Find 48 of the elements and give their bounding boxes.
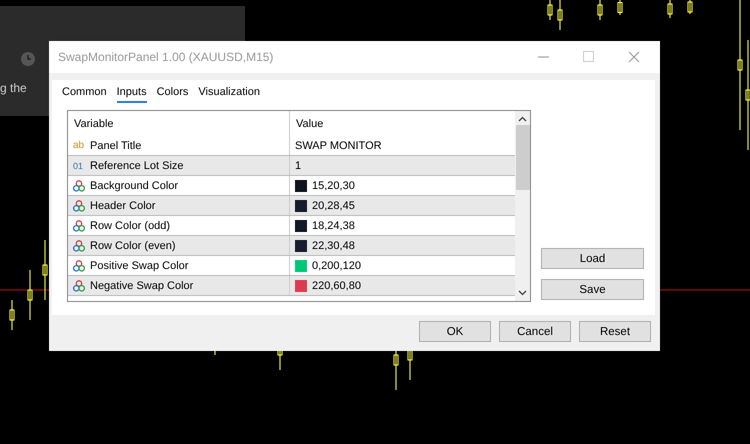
scroll-down-icon[interactable] bbox=[518, 290, 527, 296]
value-text[interactable]: 1 bbox=[295, 160, 302, 172]
color-swatch[interactable] bbox=[295, 240, 307, 252]
scroll-up-icon[interactable] bbox=[518, 116, 527, 122]
side-button[interactable]: Load bbox=[541, 248, 644, 269]
color-type-icon bbox=[73, 240, 85, 252]
color-type-icon bbox=[73, 180, 85, 192]
variable-name: Positive Swap Color bbox=[90, 260, 188, 272]
dialog-button[interactable]: Reset bbox=[579, 321, 651, 342]
tab[interactable]: Common bbox=[62, 86, 107, 103]
column-header: Value bbox=[295, 118, 324, 130]
color-type-icon bbox=[73, 220, 85, 232]
value-text[interactable]: 220,60,80 bbox=[312, 280, 361, 292]
side-button[interactable]: Save bbox=[541, 279, 644, 300]
color-type-icon bbox=[73, 280, 85, 292]
clock-icon bbox=[20, 51, 36, 67]
integer-type-icon: 01 bbox=[73, 160, 85, 170]
value-text[interactable]: 20,28,45 bbox=[312, 200, 355, 212]
color-type-icon bbox=[73, 200, 85, 212]
close-icon[interactable] bbox=[628, 51, 640, 63]
value-text[interactable]: 22,30,48 bbox=[312, 240, 355, 252]
value-text[interactable]: 15,20,30 bbox=[312, 180, 355, 192]
variable-name: Row Color (even) bbox=[90, 240, 176, 252]
variable-name: Background Color bbox=[90, 180, 178, 192]
value-text[interactable]: SWAP MONITOR bbox=[295, 140, 382, 152]
tab[interactable]: Colors bbox=[156, 86, 188, 103]
color-swatch[interactable] bbox=[295, 180, 307, 192]
value-text[interactable]: 0,200,120 bbox=[312, 260, 361, 272]
dialog-button[interactable]: Cancel bbox=[499, 321, 571, 342]
variable-name: Negative Swap Color bbox=[90, 280, 194, 292]
value-text[interactable]: 18,24,38 bbox=[312, 220, 355, 232]
color-swatch[interactable] bbox=[295, 260, 307, 272]
color-swatch[interactable] bbox=[295, 200, 307, 212]
color-swatch[interactable] bbox=[295, 220, 307, 232]
variable-name: Panel Title bbox=[90, 140, 142, 152]
background-text: g the bbox=[0, 81, 27, 95]
window-title: SwapMonitorPanel 1.00 (XAUUSD,M15) bbox=[58, 50, 274, 64]
variable-name: Header Color bbox=[90, 200, 156, 212]
variable-name: Row Color (odd) bbox=[90, 220, 170, 232]
scrollbar[interactable] bbox=[515, 111, 530, 301]
tab[interactable]: Inputs bbox=[116, 86, 147, 103]
variable-name: Reference Lot Size bbox=[90, 160, 184, 172]
text-type-icon: ab bbox=[73, 140, 85, 151]
color-swatch[interactable] bbox=[295, 280, 307, 292]
color-type-icon bbox=[73, 260, 85, 272]
dialog-button[interactable]: OK bbox=[419, 321, 491, 342]
tab[interactable]: Visualization bbox=[198, 86, 260, 103]
column-header: Variable bbox=[68, 111, 290, 136]
